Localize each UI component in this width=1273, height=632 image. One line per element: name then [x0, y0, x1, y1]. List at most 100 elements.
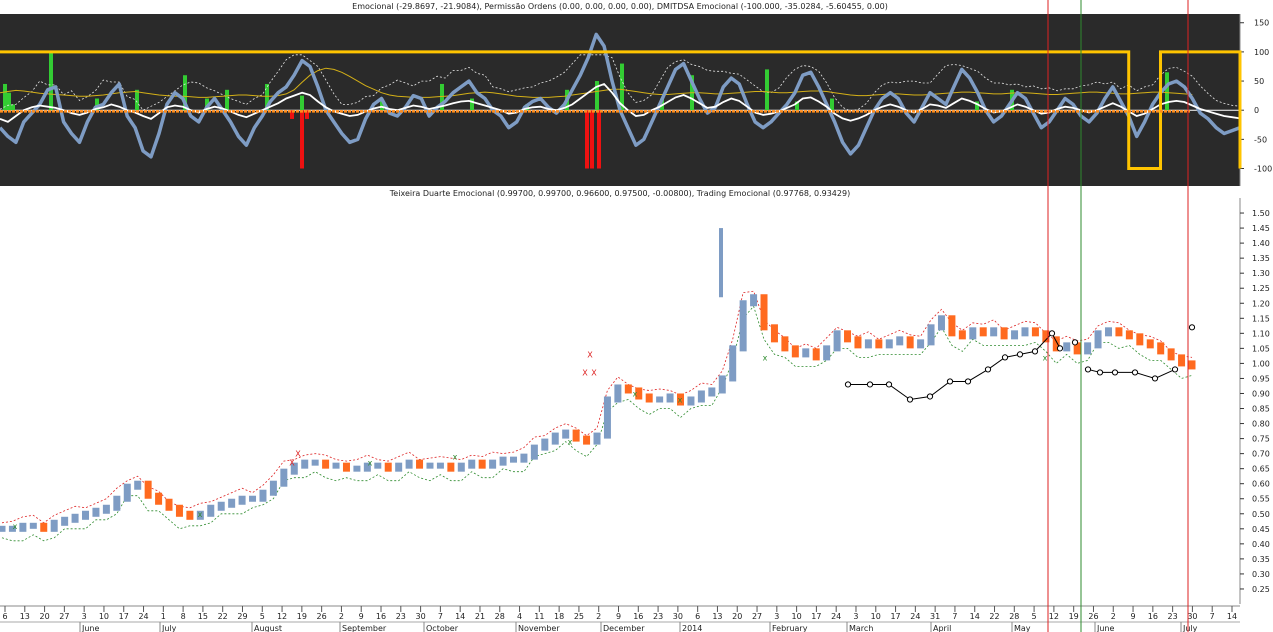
price-tick-label: 1.35	[1252, 254, 1270, 263]
trading-emocional-point	[1031, 348, 1039, 355]
price-bar	[979, 327, 987, 337]
price-bar	[468, 459, 476, 469]
x-tick-label: 3	[774, 612, 779, 621]
trading-emocional-point	[1188, 324, 1196, 331]
price-bar	[499, 456, 507, 466]
price-bar	[426, 462, 434, 469]
price-bar	[509, 456, 517, 463]
price-bar	[186, 510, 194, 520]
red-x-marker: X	[289, 459, 295, 468]
price-bar	[864, 339, 872, 349]
price-bar	[395, 462, 403, 472]
month-label: April	[933, 624, 951, 632]
month-label: March	[849, 624, 873, 632]
x-tick-label: 16	[633, 612, 643, 621]
price-bar	[937, 315, 945, 331]
price-bar	[844, 330, 852, 343]
price-bar	[123, 483, 131, 502]
x-tick-label: 25	[574, 612, 584, 621]
price-bar	[1011, 330, 1019, 340]
green-x-marker: x	[198, 510, 203, 519]
x-tick-label: 8	[181, 612, 186, 621]
x-tick-label: 2	[339, 612, 344, 621]
price-bar	[1136, 333, 1144, 346]
price-bar	[927, 324, 935, 346]
red-x-marker: X	[587, 350, 593, 359]
red-x-marker: X	[295, 450, 301, 459]
price-bar	[50, 519, 58, 532]
price-bar	[551, 432, 559, 445]
price-bar	[583, 435, 591, 445]
x-tick-label: 22	[989, 612, 999, 621]
green-x-marker: x	[1043, 353, 1048, 362]
price-tick-label: 0.95	[1252, 374, 1270, 383]
green-x-marker: x	[763, 353, 768, 362]
price-tick-label: 1.10	[1252, 329, 1270, 338]
green-x-marker: x	[633, 389, 638, 398]
price-bar	[1188, 360, 1196, 370]
price-bar	[875, 339, 883, 349]
month-label: 2014	[682, 624, 702, 632]
indicator-tick-label: -100	[1254, 165, 1272, 174]
month-label: May	[1014, 624, 1031, 632]
price-markers: xxxxxxxx xXXXX X	[13, 324, 1196, 531]
trading-emocional-point	[1111, 369, 1119, 376]
price-bar	[906, 336, 914, 349]
price-bar	[885, 339, 893, 349]
price-bar	[228, 498, 236, 508]
month-label: June	[81, 624, 100, 632]
price-bar	[134, 480, 142, 490]
buy-signal-bar	[470, 98, 474, 111]
price-tick-label: 1.00	[1252, 359, 1270, 368]
price-bar	[102, 504, 110, 514]
price-bar	[342, 462, 350, 472]
x-tick-label: 26	[1088, 612, 1098, 621]
x-tick-label: 6	[695, 612, 700, 621]
x-tick-label: 12	[1049, 612, 1059, 621]
price-bar	[165, 498, 173, 511]
x-tick-label: 9	[616, 612, 621, 621]
price-tick-label: 0.55	[1252, 495, 1270, 504]
price-bar	[238, 495, 246, 505]
indicator-tick-label: 50	[1254, 77, 1264, 86]
price-tick-label: 0.90	[1252, 389, 1270, 398]
buy-signal-bar	[3, 83, 7, 111]
x-tick-label: 6	[2, 612, 7, 621]
x-tick-label: 27	[59, 612, 69, 621]
indicator-tick-label: 150	[1254, 19, 1269, 28]
x-tick-label: 16	[376, 612, 386, 621]
trading-emocional-point	[1056, 345, 1064, 352]
price-series	[0, 228, 1196, 542]
price-bar	[1084, 342, 1092, 355]
upper-dashed-band	[1, 290, 1193, 524]
buy-signal-bar	[49, 51, 53, 111]
price-bar	[729, 345, 737, 382]
x-tick-label: 9	[1131, 612, 1136, 621]
price-bar	[301, 459, 309, 469]
price-tick-label: 0.45	[1252, 525, 1270, 534]
price-bar	[624, 384, 632, 394]
price-bar	[917, 339, 925, 349]
buy-signal-bar	[135, 89, 139, 111]
price-bar	[802, 348, 810, 358]
price-bar	[1167, 348, 1175, 361]
x-tick-label: 1	[161, 612, 166, 621]
x-tick-label: 13	[20, 612, 30, 621]
price-tick-label: 1.05	[1252, 344, 1270, 353]
price-bar	[572, 429, 580, 442]
price-bar	[353, 465, 361, 472]
price-bar	[280, 468, 288, 487]
price-tick-label: 1.40	[1252, 239, 1270, 248]
x-tick-label: 24	[910, 612, 920, 621]
price-bar	[812, 348, 820, 361]
trading-emocional-point	[926, 393, 934, 400]
x-tick-label: 23	[396, 612, 406, 621]
green-x-marker: x	[453, 453, 458, 462]
price-bar	[457, 462, 465, 472]
price-bar	[155, 492, 163, 505]
x-tick-label: 2	[596, 612, 601, 621]
x-tick-label: 28	[1009, 612, 1019, 621]
price-bar	[520, 453, 528, 463]
price-bar	[259, 489, 267, 502]
price-bar	[1021, 327, 1029, 337]
